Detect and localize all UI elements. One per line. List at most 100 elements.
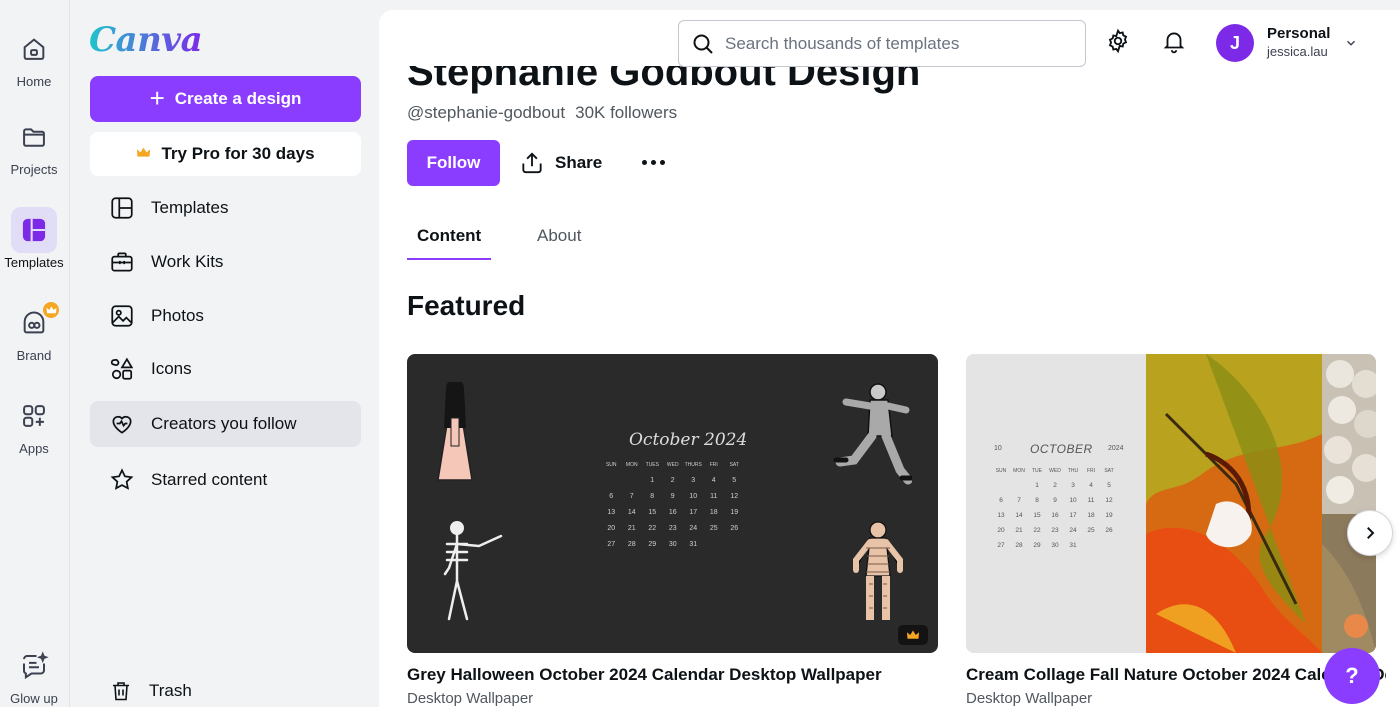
sidebar-item-photos[interactable]: Photos (90, 293, 361, 339)
bell-icon (1163, 32, 1185, 54)
dot (650, 159, 656, 165)
tab-content[interactable]: Content (407, 226, 491, 260)
creator-followers: 30K followers (575, 103, 678, 122)
calendar-day: 30 (668, 541, 677, 548)
template-card[interactable]: October 2024 SUN MON TUES WED THURS FRI SAT 1 2 3… (407, 354, 938, 653)
calendar-day: 29 (1033, 542, 1041, 549)
tab-about[interactable]: About (537, 226, 581, 260)
try-pro-button[interactable]: Try Pro for 30 days (90, 132, 361, 176)
carousel-next-button[interactable] (1347, 510, 1393, 556)
sidebar: Canva + Create a design Try Pro for 30 d… (71, 0, 378, 707)
rail-label: Glow up (10, 691, 58, 706)
crown-icon (906, 630, 920, 639)
rail-label: Home (16, 74, 52, 89)
calendar-day: 4 (1089, 482, 1093, 489)
trash-icon (113, 682, 129, 701)
notifications-button[interactable] (1159, 26, 1189, 56)
calendar-weekday: THURS (684, 462, 702, 468)
template-card[interactable]: 10 OCTOBER 2024 SUN MON TUE WED THU FRI SAT 1 2 3… (966, 354, 1376, 653)
rail-item-home[interactable]: Home (0, 26, 68, 89)
calendar-weekday: SAT (1104, 468, 1114, 474)
calendar-day: 12 (1105, 497, 1113, 504)
rail-item-apps[interactable]: Apps (0, 393, 68, 456)
sidebar-item-label: Trash (149, 681, 192, 700)
calendar-day: 20 (607, 525, 616, 532)
sidebar-item-templates[interactable]: Templates (90, 185, 361, 231)
chevron-down-icon[interactable] (1344, 36, 1358, 55)
creator-meta: @stephanie-godbout 30K followers (407, 103, 677, 123)
card-title[interactable]: Cream Collage Fall Nature October 2024 C… (966, 665, 1386, 685)
calendar-day: 17 (1069, 512, 1077, 519)
rail-label: Brand (16, 348, 52, 363)
templates-icon (111, 197, 133, 219)
avatar[interactable]: J (1216, 24, 1254, 62)
share-icon (522, 152, 542, 174)
autumn-leaves-photo (1146, 354, 1322, 653)
sidebar-item-label: Creators you follow (151, 414, 297, 433)
calendar-grid: SUN MON TUE WED THU FRI SAT 1 2 3 4 5 6 7 8 9 10 11 12 13 14… (992, 468, 1118, 549)
canva-logo[interactable]: Canva (89, 20, 203, 60)
crown-icon (136, 144, 151, 164)
more-options-button[interactable] (637, 146, 669, 178)
shapes-icon (110, 357, 134, 380)
calendar-day: 19 (1105, 512, 1113, 519)
rail-item-brand[interactable]: Brand (0, 300, 68, 363)
sidebar-item-creators-you-follow[interactable]: Creators you follow (90, 401, 361, 447)
calendar-day (992, 482, 1010, 489)
settings-button[interactable] (1103, 26, 1133, 56)
sidebar-item-icons[interactable]: Icons (90, 346, 361, 392)
calendar-day: 7 (629, 493, 634, 500)
sidebar-item-trash[interactable]: Trash (90, 668, 361, 707)
calendar-day: 7 (1017, 497, 1021, 504)
calendar-weekday: MON (1013, 468, 1025, 474)
follow-button[interactable]: Follow (407, 140, 500, 186)
account-name: Personal (1267, 25, 1331, 42)
card-title[interactable]: Grey Halloween October 2024 Calendar Des… (407, 665, 947, 685)
calendar-day: 13 (997, 512, 1005, 519)
share-button[interactable]: Share (519, 140, 602, 186)
calendar-weekday: THU (1067, 468, 1079, 474)
sidebar-item-starred-content[interactable]: Starred content (90, 457, 361, 503)
calendar-weekday: FRI (1086, 468, 1096, 474)
calendar-weekday: SUN (605, 462, 617, 468)
sidebar-item-work-kits[interactable]: Work Kits (90, 239, 361, 285)
rail-item-glow-up[interactable]: Glow up (0, 643, 68, 706)
calendar-day: 14 (627, 509, 636, 516)
sidebar-item-label: Photos (151, 306, 204, 325)
account-switcher[interactable]: Personal jessica.lau (1267, 25, 1330, 59)
pumpkins-photo (1322, 354, 1376, 653)
calendar-day: 21 (627, 525, 636, 532)
calendar-left-number: 10 (994, 445, 1002, 452)
rail-item-templates[interactable]: Templates (0, 207, 68, 270)
calendar-weekday: SUN (995, 468, 1007, 474)
calendar-day: 23 (668, 525, 677, 532)
dot (659, 159, 665, 165)
creator-handle: @stephanie-godbout (407, 103, 566, 122)
calendar-day: 14 (1015, 512, 1023, 519)
calendar-day: 23 (1051, 527, 1059, 534)
rail-item-projects[interactable]: Projects (0, 114, 68, 177)
calendar-day: 18 (1087, 512, 1095, 519)
calendar-year: 2024 (1108, 445, 1124, 452)
share-label: Share (555, 153, 603, 172)
calendar-weekday: WED (666, 462, 679, 468)
try-pro-label: Try Pro for 30 days (161, 144, 315, 163)
calendar-day: 25 (709, 525, 718, 532)
main-content: Stephanie Godbout Design J Personal jess… (379, 10, 1400, 707)
search-icon (693, 34, 713, 54)
search-input[interactable] (725, 33, 1065, 54)
calendar-day (1010, 482, 1028, 489)
calendar-day (601, 477, 622, 484)
search-box[interactable] (678, 20, 1086, 67)
sidebar-item-label: Starred content (151, 470, 268, 489)
help-button[interactable]: ? (1324, 648, 1380, 704)
calendar-day: 27 (607, 541, 616, 548)
calendar-day: 16 (668, 509, 677, 516)
rail-label: Templates (4, 255, 64, 270)
calendar-day: 21 (1015, 527, 1023, 534)
card-subtitle: Desktop Wallpaper (966, 690, 1093, 707)
skeleton-illustration (443, 521, 503, 621)
calendar-day: 22 (1033, 527, 1041, 534)
create-design-button[interactable]: + Create a design (90, 76, 361, 122)
zombie-illustration (833, 383, 912, 485)
